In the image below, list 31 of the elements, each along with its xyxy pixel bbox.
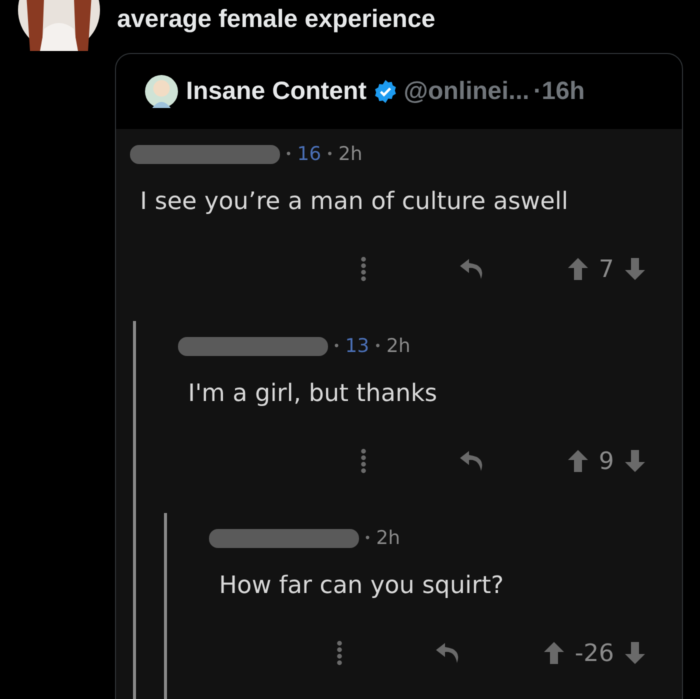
author-name[interactable]: Insane Content: [186, 77, 367, 106]
comment-text: I see you’re a man of culture aswell: [140, 187, 570, 215]
more-options-icon[interactable]: [360, 448, 367, 474]
comment-text: How far can you squirt?: [219, 571, 505, 599]
comment-text: I'm a girl, but thanks: [188, 379, 438, 407]
more-options-icon[interactable]: [360, 256, 367, 282]
comment-time: 2h: [376, 527, 400, 549]
upvote-icon[interactable]: [542, 641, 565, 665]
upvote-icon[interactable]: [566, 257, 589, 281]
vote-count: -26: [574, 639, 614, 667]
downvote-icon[interactable]: [624, 449, 646, 473]
avatar[interactable]: [145, 75, 178, 108]
comment-time: 2h: [338, 143, 362, 165]
post-time: ·16h: [533, 77, 585, 106]
separator-dot: •: [374, 339, 382, 353]
downvote-icon[interactable]: [624, 257, 646, 281]
separator-dot: •: [333, 339, 340, 353]
downvote-icon[interactable]: [624, 641, 646, 665]
more-options-icon[interactable]: [336, 640, 343, 666]
comment-score: 13: [345, 335, 370, 357]
separator-dot: •: [364, 531, 372, 545]
separator-dot: •: [285, 147, 292, 161]
post-text: average female experience: [117, 5, 436, 34]
vote-count: 9: [598, 447, 614, 475]
comment-time: 2h: [386, 335, 410, 357]
upvote-icon[interactable]: [566, 449, 589, 473]
comment-score: 16: [297, 143, 322, 165]
vote-count: 7: [598, 255, 614, 283]
author-handle[interactable]: @onlinei...: [404, 77, 530, 106]
quoted-post-card[interactable]: Insane Content @onlinei... ·16h • 16 • 2h I see you’re a man of culture aswell 7 • 13 • 2h I'm a girl, but thanks 9 • 2h How far can you squirt? -26: [115, 53, 683, 699]
separator-dot: •: [326, 147, 334, 161]
